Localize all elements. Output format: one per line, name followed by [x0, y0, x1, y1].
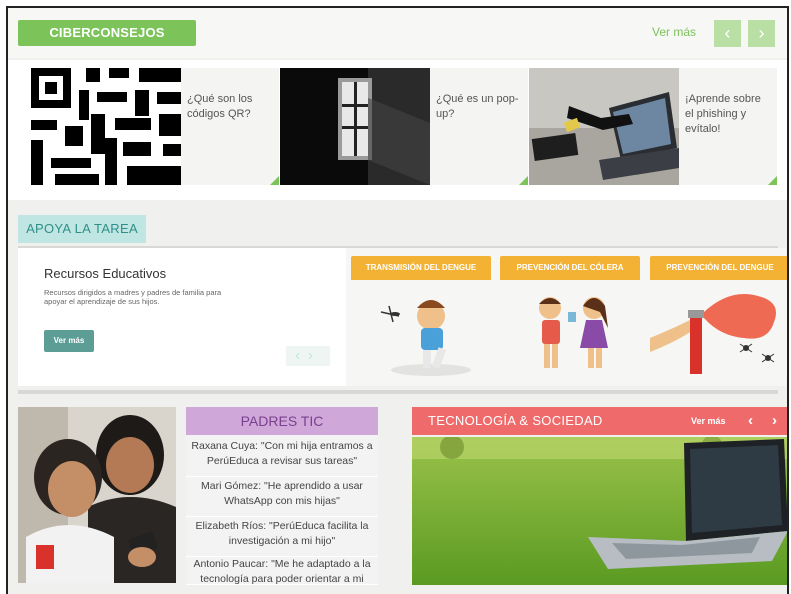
tarea-card-prevencion-colera[interactable]: PREVENCIÓN DEL CÓLERA: [500, 256, 640, 384]
children-hygiene-illustration: [500, 282, 640, 382]
tarea-card-title: TRANSMISIÓN DEL DENGUE: [351, 256, 491, 280]
apoya-la-tarea-title: APOYA LA TAREA: [18, 215, 146, 243]
tecnologia-ver-mas-link[interactable]: Ver más: [691, 407, 726, 435]
ciberconsejo-caption: ¿Qué son los códigos QR?: [187, 93, 253, 120]
corner-marker: [768, 176, 777, 185]
tarea-card-transmision-dengue[interactable]: TRANSMISIÓN DEL DENGUE: [351, 256, 491, 384]
recursos-educativos-panel: Recursos Educativos Recursos dirigidos a…: [18, 248, 346, 386]
padres-tic-item[interactable]: Elizabeth Ríos: "PerúEduca facilita la i…: [186, 519, 378, 557]
chevron-left-icon[interactable]: ‹: [748, 407, 753, 435]
ciberconsejo-caption: ¡Aprende sobre el phishing y evítalo!: [685, 93, 761, 135]
chevron-right-icon[interactable]: ›: [308, 347, 321, 364]
recursos-ver-mas-button[interactable]: Ver más: [44, 330, 94, 352]
fumigation-illustration: [650, 282, 787, 382]
window-image: [280, 68, 430, 185]
padres-tic-title: PADRES TIC: [186, 407, 378, 435]
tarea-card-prevencion-dengue[interactable]: PREVENCIÓN DEL DENGUE: [650, 256, 787, 384]
chevron-right-icon[interactable]: ›: [772, 407, 777, 435]
ciberconsejos-next-button[interactable]: ›: [748, 20, 775, 47]
apoya-carousel: TRANSMISIÓN DEL DENGUE PREVENCIÓN DEL CÓ…: [18, 248, 787, 394]
qr-code-image: [31, 68, 181, 185]
chevron-right-icon: ›: [758, 23, 765, 43]
ciberconsejos-ver-mas-link[interactable]: Ver más: [652, 25, 696, 39]
padres-tic-item[interactable]: Raxana Cuya: "Con mi hija entramos a Per…: [186, 439, 378, 477]
laptop-on-grass-photo[interactable]: [412, 437, 787, 585]
padres-tic-item[interactable]: Mari Gómez: "He aprendido a usar WhatsAp…: [186, 479, 378, 517]
mother-child-photo[interactable]: [18, 407, 176, 583]
phishing-image: [529, 68, 679, 185]
ciberconsejos-prev-button[interactable]: ‹: [714, 20, 741, 47]
padres-tic-item[interactable]: Antonio Paucar: "Me he adaptado a la tec…: [186, 557, 378, 585]
tecnologia-sociedad-header: TECNOLOGÍA & SOCIEDAD Ver más ‹ ›: [412, 407, 787, 435]
recursos-carousel-arrows[interactable]: ‹›: [286, 346, 330, 366]
corner-marker: [270, 176, 279, 185]
recursos-title: Recursos Educativos: [44, 266, 167, 281]
tecnologia-sociedad-title: TECNOLOGÍA & SOCIEDAD: [428, 413, 603, 428]
chevron-left-icon[interactable]: ‹: [295, 347, 308, 364]
tarea-card-title: PREVENCIÓN DEL DENGUE: [650, 256, 787, 280]
ciberconsejos-title: CIBERCONSEJOS: [18, 20, 196, 46]
padres-tic-panel: PADRES TIC Raxana Cuya: "Con mi hija ent…: [186, 407, 378, 585]
section-divider: [18, 390, 778, 394]
tarea-card-title: PREVENCIÓN DEL CÓLERA: [500, 256, 640, 280]
ciberconsejos-carousel: ¿Qué son los códigos QR? ¿Qué es un pop-…: [8, 60, 787, 250]
ciberconsejo-card-qr[interactable]: ¿Qué son los códigos QR?: [31, 68, 279, 185]
ciberconsejo-card-phishing[interactable]: ¡Aprende sobre el phishing y evítalo!: [529, 68, 777, 185]
chevron-left-icon: ‹: [724, 23, 731, 43]
mosquito-boy-illustration: [351, 282, 491, 382]
page-frame: CIBERCONSEJOS Ver más ‹ › ¿Qué son los c…: [6, 6, 789, 594]
ciberconsejo-caption: ¿Qué es un pop-up?: [436, 93, 519, 120]
ciberconsejos-header: CIBERCONSEJOS Ver más ‹ ›: [8, 8, 787, 58]
ciberconsejo-card-popup[interactable]: ¿Qué es un pop-up?: [280, 68, 528, 185]
recursos-description: Recursos dirigidos a madres y padres de …: [44, 288, 222, 306]
corner-marker: [519, 176, 528, 185]
